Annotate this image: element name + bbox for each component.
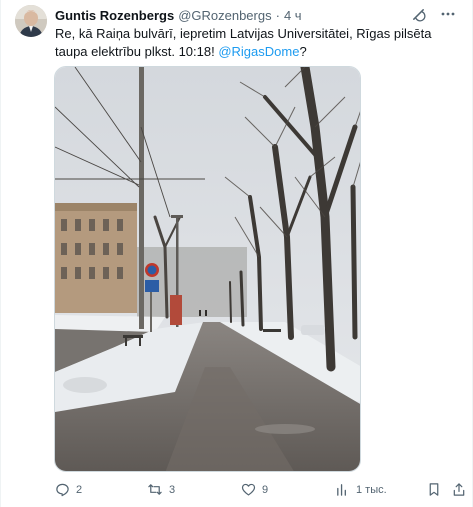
share-icon: [452, 482, 466, 497]
tweet-actions: 2 3 9 1 тыс.: [55, 482, 467, 500]
views-button[interactable]: 1 тыс.: [335, 482, 387, 497]
avatar-image: [15, 5, 47, 37]
views-count: 1 тыс.: [356, 483, 387, 496]
reply-icon: [55, 482, 70, 497]
reply-button[interactable]: 2: [55, 482, 82, 497]
retweet-count: 3: [169, 483, 176, 496]
street-photo: [55, 67, 360, 471]
tweet-header: Guntis Rozenbergs @GRozenbergs · 4 ч: [55, 6, 462, 24]
timestamp[interactable]: 4 ч: [284, 8, 302, 23]
avatar[interactable]: [15, 5, 47, 37]
tweet-text-end: ?: [299, 44, 307, 59]
tweet[interactable]: Guntis Rozenbergs @GRozenbergs · 4 ч Re,…: [0, 0, 473, 507]
grok-icon[interactable]: [410, 6, 426, 22]
like-count: 9: [262, 483, 269, 496]
retweet-icon: [147, 482, 163, 497]
tweet-text: Re, kā Raiņa bulvārī, iepretim Latvijas …: [55, 25, 460, 61]
like-button[interactable]: 9: [241, 482, 268, 497]
reply-count: 2: [76, 483, 83, 496]
bookmark-icon: [427, 482, 441, 497]
author-handle[interactable]: @GRozenbergs: [178, 8, 271, 23]
more-icon[interactable]: [440, 6, 456, 22]
author-name[interactable]: Guntis Rozenbergs: [55, 8, 174, 23]
share-button[interactable]: [452, 482, 466, 497]
header-icons: [410, 6, 456, 22]
retweet-button[interactable]: 3: [147, 482, 175, 497]
views-icon: [335, 482, 350, 497]
separator: ·: [275, 7, 280, 23]
bookmark-button[interactable]: [427, 482, 441, 497]
mention-link[interactable]: @RigasDome: [218, 44, 299, 59]
heart-icon: [241, 482, 256, 497]
tweet-photo[interactable]: [54, 66, 361, 472]
